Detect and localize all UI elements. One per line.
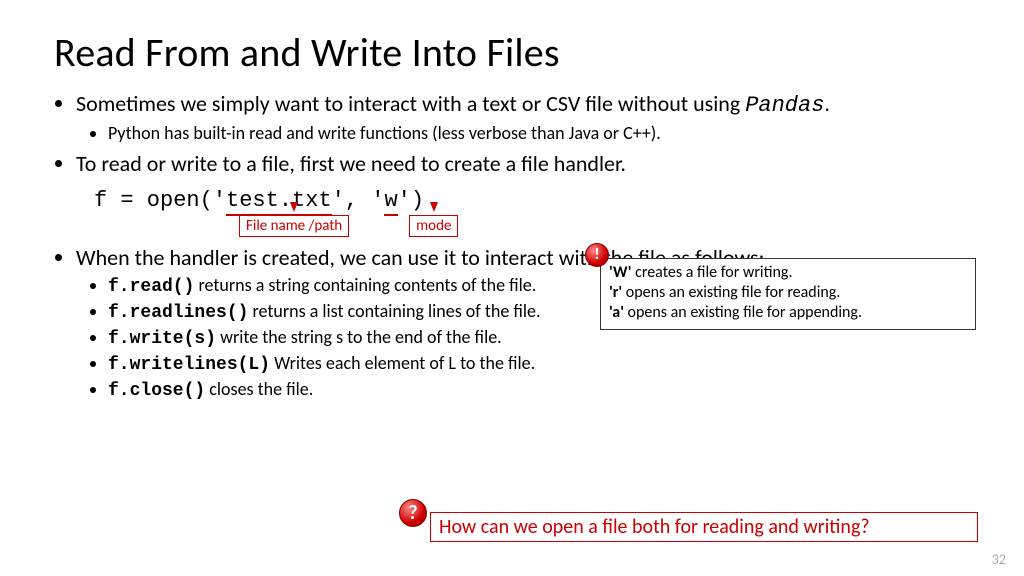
code-mode: w [384, 188, 397, 216]
key: 'W' [609, 263, 631, 282]
method-item: f.close() closes the file. [108, 378, 970, 403]
question-callout: ? How can we open a file both for readin… [430, 512, 978, 542]
info-line-a: 'a' opens an existing file for appending… [609, 303, 967, 323]
desc: opens an existing file for appending. [624, 303, 862, 322]
text: . [824, 90, 830, 117]
method-code: f.writelines(L) [108, 355, 270, 375]
key: 'a' [609, 303, 624, 322]
method-code: f.readlines() [108, 303, 248, 323]
text: Sometimes we simply want to interact wit… [76, 90, 745, 117]
mode-info-box: ! 'W' creates a file for writing. 'r' op… [600, 258, 976, 330]
info-line-w: 'W' creates a file for writing. [609, 263, 967, 283]
page-number: 32 [992, 551, 1006, 568]
annot-mode: mode [409, 215, 458, 237]
key: 'r' [609, 283, 622, 302]
method-desc: returns a string containing contents of … [194, 274, 536, 296]
desc: creates a file for writing. [631, 263, 792, 282]
quote: ' [398, 188, 411, 213]
slide-title: Read From and Write Into Files [54, 28, 970, 77]
method-desc: closes the file. [205, 378, 313, 400]
quote: ' [213, 188, 226, 213]
question-icon: ? [399, 499, 427, 527]
question-text: How can we open a file both for reading … [439, 515, 870, 539]
method-item: f.writelines(L) Writes each element of L… [108, 352, 970, 377]
method-desc: returns a list containing lines of the f… [248, 300, 540, 322]
annot-filename: File name /path [239, 215, 349, 237]
method-code: f.close() [108, 381, 205, 401]
code-pre: f = open( [94, 188, 213, 213]
code-close: ) [411, 188, 424, 213]
code-line: f = open('test.txt', 'w') [94, 188, 424, 213]
bullet-1: Sometimes we simply want to interact wit… [76, 91, 970, 145]
exclamation-icon: ! [585, 243, 609, 267]
code-filename: test.txt [226, 188, 332, 216]
bullet-1-sub: Python has built-in read and write funct… [108, 122, 970, 145]
arrow-down-icon [430, 202, 438, 212]
arrow-down-icon [290, 202, 298, 212]
excl-glyph: ! [585, 243, 609, 267]
method-code: f.write(s) [108, 329, 216, 349]
bullet-2: To read or write to a file, first we nee… [76, 151, 970, 178]
pandas-mono: Pandas [745, 93, 824, 118]
method-code: f.read() [108, 277, 194, 297]
annot-label: File name /path [246, 217, 342, 235]
quote: ', [332, 188, 372, 213]
annot-label: mode [416, 217, 451, 235]
annotation-row: File name /path mode [94, 215, 970, 237]
quote: ' [371, 188, 384, 213]
method-desc: write the string s to the end of the fil… [216, 326, 502, 348]
desc: opens an existing file for reading. [622, 283, 840, 302]
qmark-glyph: ? [399, 499, 427, 527]
method-desc: Writes each element of L to the file. [270, 352, 535, 374]
info-line-r: 'r' opens an existing file for reading. [609, 283, 967, 303]
bullet-list: Sometimes we simply want to interact wit… [54, 91, 970, 178]
